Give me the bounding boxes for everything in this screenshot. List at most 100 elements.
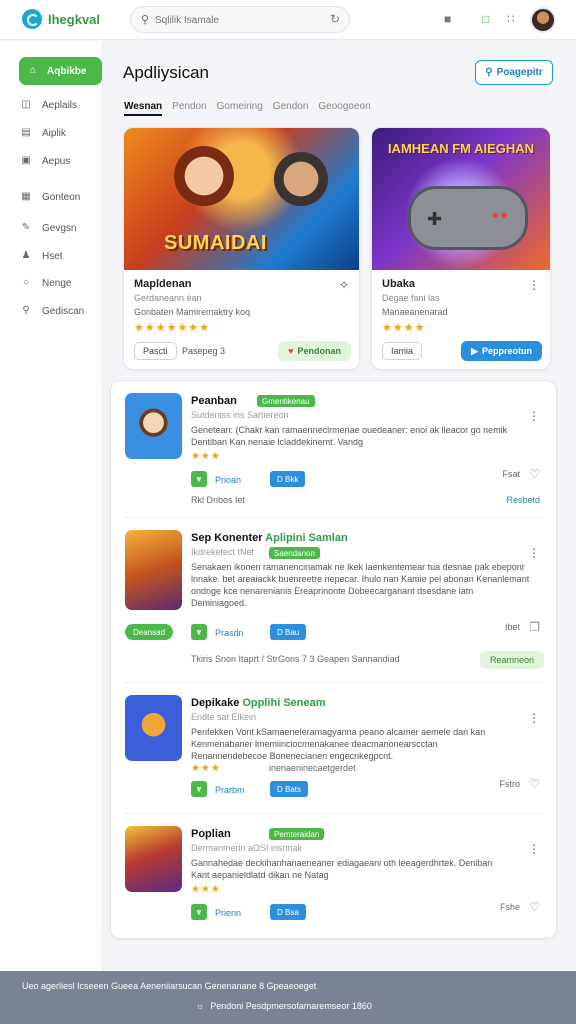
heart-icon: ♥ [288, 346, 294, 356]
more-icon[interactable]: ⋮ [528, 278, 540, 292]
status-badge: Gmentikenau [257, 395, 315, 407]
sidebar-item-home[interactable]: ⌂ Aqbikbe [19, 57, 102, 85]
featured-card[interactable]: SUMAIDAI Mapldenan ✧ Gerdaneann éan Gonb… [123, 127, 360, 370]
sidebar-item-box[interactable]: ▣ Aepus [20, 150, 102, 172]
item-status-pill[interactable]: Reamneon [479, 651, 544, 669]
item-meta-link[interactable]: Resbetd [506, 495, 540, 505]
sidebar-item-apps[interactable]: ◫ Aeplails [20, 94, 102, 116]
featured-banner[interactable]: IAMHEAN FM AIEGHAN ✚ ●● [372, 128, 550, 270]
heart-icon[interactable]: ♡ [529, 900, 540, 914]
item-blue-button[interactable]: D Bkk [270, 471, 306, 487]
tab-0[interactable]: Wesnan [124, 101, 163, 116]
sidebar-item-label: Aeplails [42, 99, 78, 111]
item-description: Penfekken Vont kSamaeneleramagyanna pean… [191, 727, 486, 761]
list-item[interactable]: Poplian Pemteraidan ⋮ Dermanmerin aOSI i… [111, 814, 556, 938]
search-box[interactable]: ⚲ ↻ [130, 6, 350, 33]
primary-action-label: Poagepitr [496, 67, 543, 78]
card-outline-button[interactable]: Pascti [134, 342, 177, 360]
sidebar-item-people[interactable]: ♟ Hset [20, 245, 102, 267]
item-subtitle: Ikdreketect tNet [191, 547, 255, 557]
document-icon: ▤ [21, 127, 31, 138]
tab-2[interactable]: Gomeiring [217, 101, 263, 116]
featured-banner[interactable]: SUMAIDAI [124, 128, 359, 270]
item-link[interactable]: Prioan [215, 475, 241, 485]
rating-stars: ★★★ [191, 763, 221, 774]
sidebar-item-documents[interactable]: ▤ Aiplik [20, 122, 102, 144]
item-link[interactable]: Prasdn [215, 628, 244, 638]
item-title-accent: Aplipini Samlan [265, 532, 348, 544]
primary-action-button[interactable]: ⚲ Poagepitr [475, 60, 553, 85]
notification-icon[interactable]: □ [482, 12, 489, 26]
sidebar-item-calendar[interactable]: ▦ Gonteon [20, 186, 102, 208]
tab-bar: Wesnan Pendon Gomeiring Gendon Geoogoeon [124, 101, 371, 116]
share-icon[interactable]: ✧ [339, 278, 349, 292]
app-thumbnail[interactable] [125, 826, 182, 892]
item-link[interactable]: Prienn [215, 908, 241, 918]
card-action-button[interactable]: ♥ Pendonan [278, 341, 351, 361]
people-icon: ♟ [21, 250, 31, 261]
item-title-main: Sep Konenter [191, 532, 263, 544]
card-action-button[interactable]: ▶ Peppreotun [461, 341, 542, 361]
item-green-button[interactable]: Deansad [125, 624, 174, 640]
download-icon[interactable]: ▼ [191, 624, 207, 640]
apps-icon: ◫ [21, 99, 31, 110]
text-icon[interactable]: ■ [444, 12, 451, 26]
sidebar-item-label: Gonteon [42, 191, 81, 203]
item-title: Poplian [191, 828, 231, 840]
card-title: Ubaka [382, 278, 416, 290]
item-blue-button[interactable]: D Bsa [270, 904, 306, 920]
item-count: Ibet [504, 622, 520, 632]
item-subtitle: Sutdeniss ins Sartiereon [191, 410, 289, 420]
item-subtitle: Endte sat Elkein [191, 712, 257, 722]
item-subtitle: Dermanmerin aOSI insnnak [191, 843, 303, 853]
grid-icon[interactable]: ∷ [507, 12, 515, 26]
app-thumbnail[interactable] [125, 393, 182, 459]
list-item[interactable]: Sep Konenter Aplipini Samlan ⋮ Ikdrekete… [111, 518, 556, 683]
card-outline-button[interactable]: Iamia [382, 342, 423, 360]
card-description: Gonbaten Mamiremaktry koq [134, 307, 251, 317]
heart-icon[interactable]: ♡ [529, 467, 540, 481]
sidebar-item-edit[interactable]: ✎ Gevgsn [20, 217, 102, 239]
heart-icon[interactable]: ♡ [529, 777, 540, 791]
search-input[interactable] [155, 12, 325, 28]
app-thumbnail[interactable] [125, 695, 182, 761]
more-icon[interactable]: ⋮ [528, 842, 540, 856]
item-blue-button[interactable]: D Bau [270, 624, 307, 640]
status-badge: Pemteraidan [269, 828, 325, 840]
app-list: Peanban Gmentikenau ⋮ Sutdeniss ins Sart… [110, 380, 557, 939]
rating-stars: ★★★ [191, 884, 221, 895]
app-thumbnail[interactable] [125, 530, 182, 610]
sidebar-item-label: Gediscan [42, 305, 85, 317]
item-title: Peanban [191, 395, 237, 407]
copy-icon[interactable]: ❐ [529, 620, 540, 634]
sidebar-item-label: Gevgsn [42, 222, 77, 234]
top-bar: Ihegkval ⚲ ↻ ■ □ ∷ [0, 0, 576, 40]
download-icon[interactable]: ▼ [191, 781, 207, 797]
item-link[interactable]: Prarbm [215, 785, 245, 795]
sidebar-item-notifications[interactable]: ○ Nenge [20, 272, 102, 294]
list-item[interactable]: Peanban Gmentikenau ⋮ Sutdeniss ins Sart… [111, 381, 556, 518]
card-subtitle: Degae fani las [382, 293, 440, 303]
list-item[interactable]: Depikake Opplihi Seneam ⋮ Endte sat Elke… [111, 683, 556, 814]
reload-icon[interactable]: ↻ [330, 12, 340, 26]
sidebar: ⌂ Aqbikbe ◫ Aeplails ▤ Aiplik ▣ Aepus ▦ … [0, 41, 103, 971]
status-badge: Saendanon [269, 547, 320, 559]
more-icon[interactable]: ⋮ [528, 409, 540, 423]
avatar[interactable] [530, 7, 556, 33]
more-icon[interactable]: ⋮ [528, 711, 540, 725]
rating-stars: ★★★★ [382, 322, 426, 334]
app-logo-icon[interactable] [22, 9, 42, 29]
hero-character-left [174, 146, 234, 206]
download-icon[interactable]: ▼ [191, 471, 207, 487]
item-blue-button[interactable]: D Bats [270, 781, 309, 797]
featured-card[interactable]: IAMHEAN FM AIEGHAN ✚ ●● Ubaka ⋮ Degae fa… [371, 127, 551, 370]
sidebar-item-label: Nenge [42, 277, 72, 289]
item-count: Fsat [502, 469, 520, 479]
sidebar-item-search[interactable]: ⚲ Gediscan [20, 300, 102, 322]
tab-3[interactable]: Gendon [273, 101, 309, 116]
card-action-label: Pendonan [297, 346, 341, 356]
tab-1[interactable]: Pendon [172, 101, 206, 116]
tab-4[interactable]: Geoogoeon [318, 101, 370, 116]
download-icon[interactable]: ▼ [191, 904, 207, 920]
more-icon[interactable]: ⋮ [528, 546, 540, 560]
